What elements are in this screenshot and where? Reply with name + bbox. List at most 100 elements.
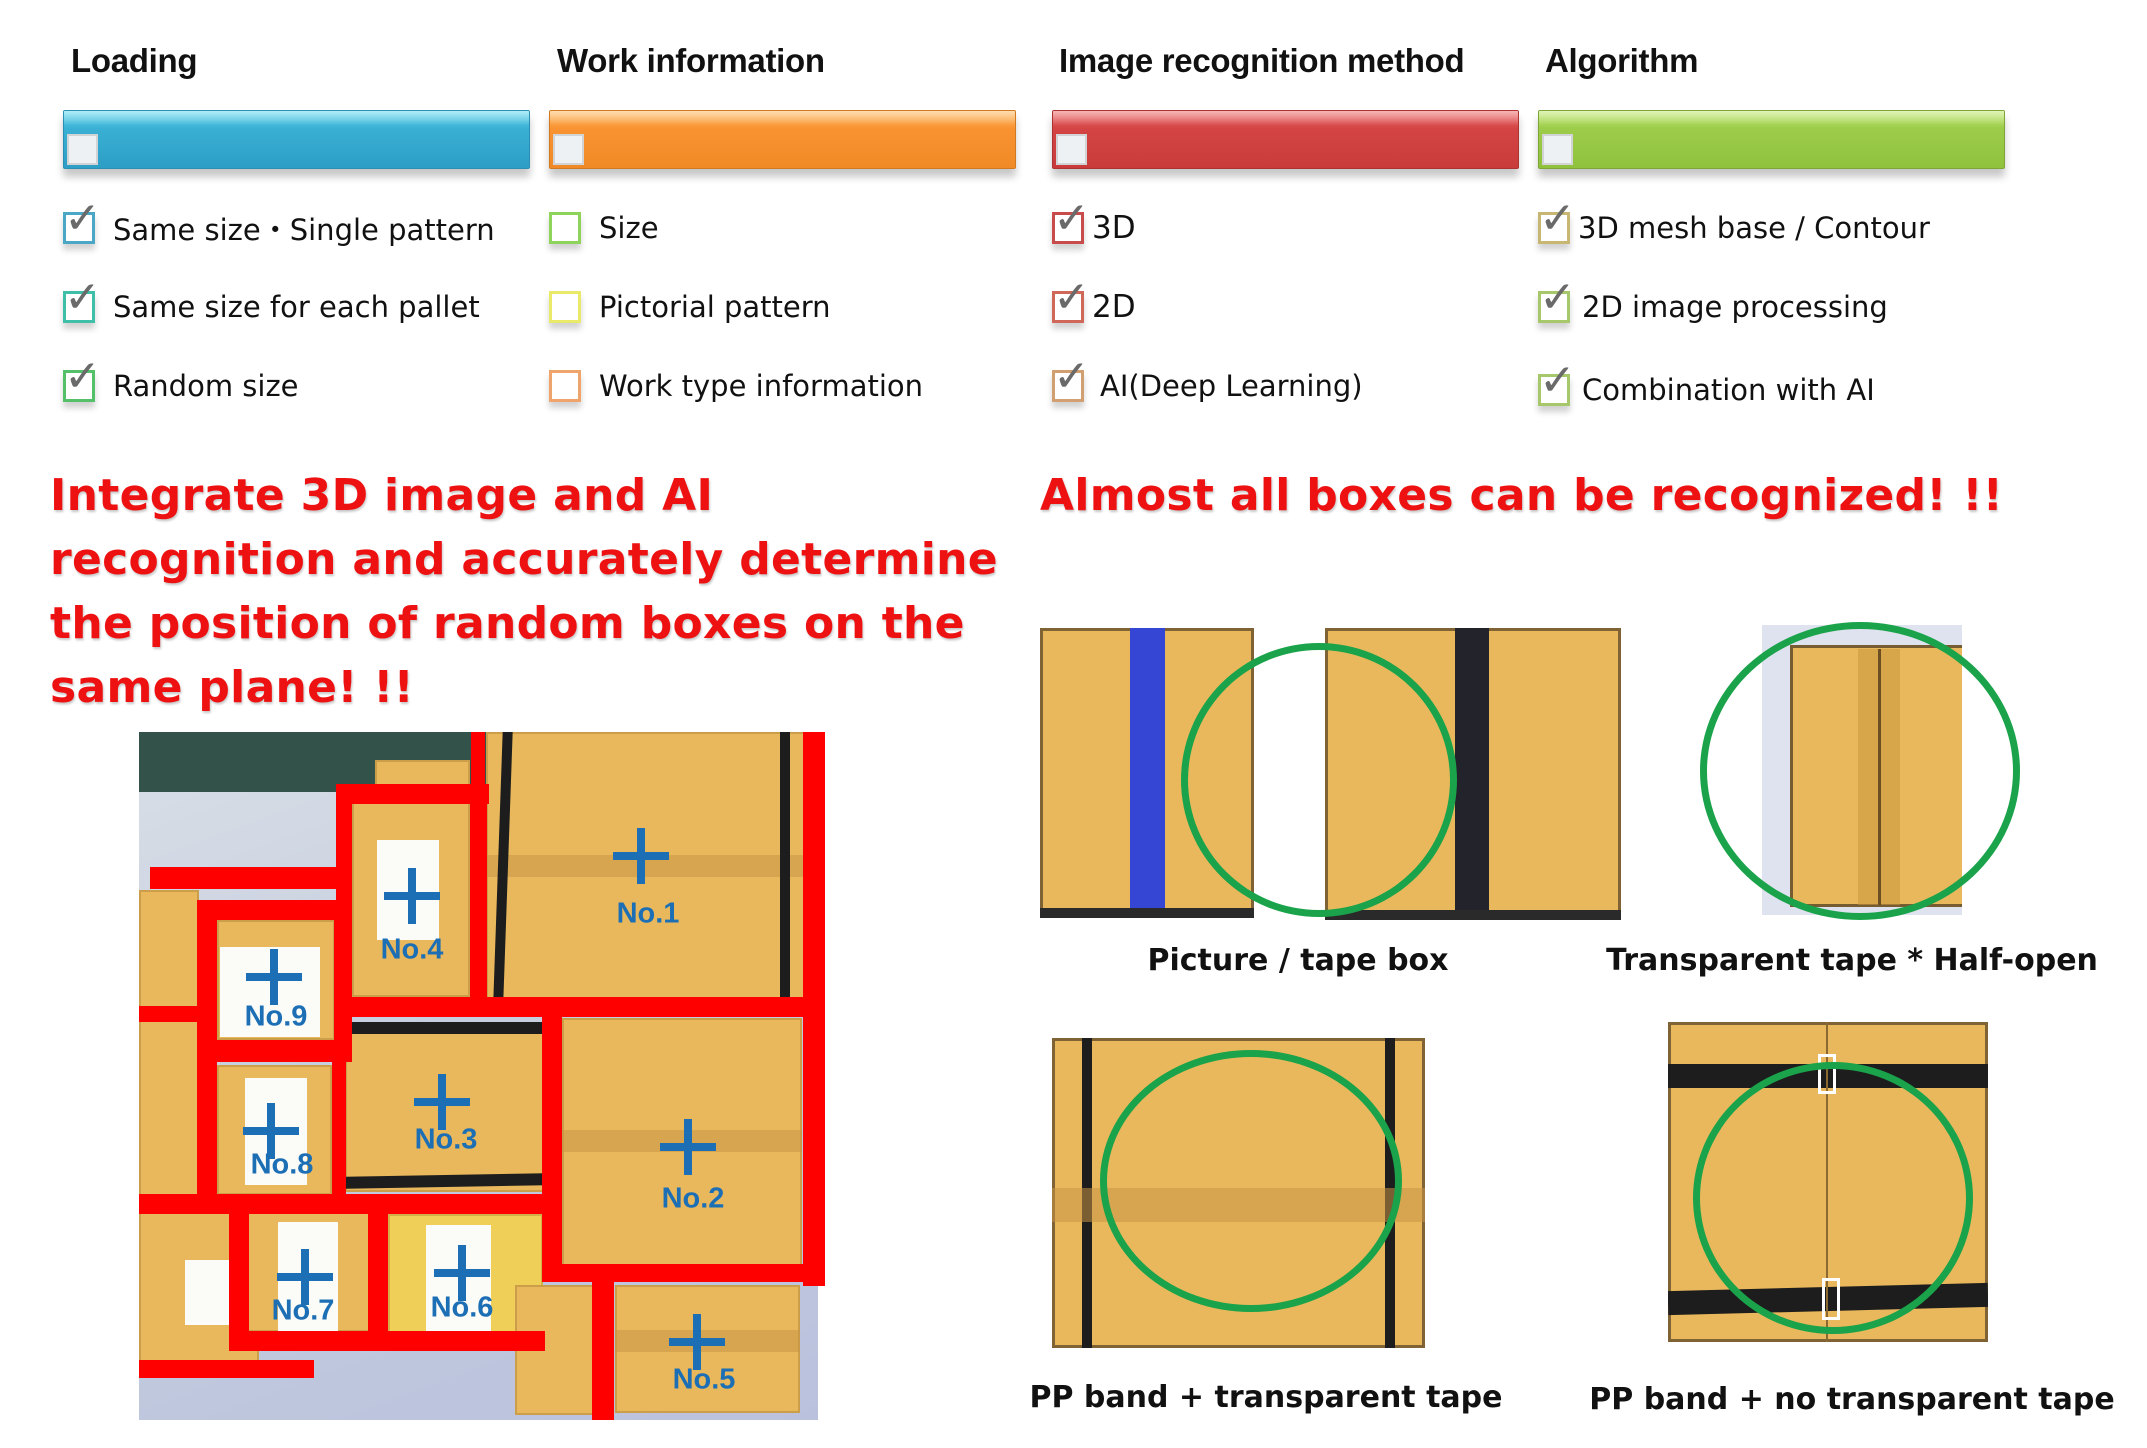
outline-segment	[150, 867, 336, 889]
option-label: Pictorial pattern	[599, 290, 831, 324]
box-label: No.8	[250, 1148, 314, 1181]
blue-tape	[1130, 628, 1165, 918]
option-checkbox[interactable]: ✓ 2D image processing	[1538, 276, 1888, 329]
box-edge	[1040, 908, 1254, 918]
option-label: Random size	[113, 369, 299, 403]
option-label: Size	[599, 211, 659, 245]
option-label: Combination with AI	[1582, 373, 1875, 407]
option-label: 2D image processing	[1582, 290, 1888, 324]
outline-segment	[542, 1264, 825, 1282]
example-caption: Transparent tape * Half-open	[1606, 943, 2098, 978]
category-title: Loading	[71, 42, 198, 79]
category-title: Work information	[557, 42, 825, 79]
option-checkbox[interactable]: ✓ 3D mesh base / Contour	[1538, 197, 1930, 250]
check-icon: ✓	[1053, 193, 1090, 244]
outline-segment	[229, 1331, 545, 1351]
outline-segment	[334, 997, 825, 1017]
box-label: No.7	[271, 1294, 335, 1327]
outline-segment	[139, 1006, 199, 1022]
check-icon: ✓	[1053, 272, 1090, 323]
option-checkbox[interactable]: ✓ Same size・Single pattern	[63, 197, 495, 250]
outline-segment	[229, 1194, 249, 1351]
black-tape	[1455, 628, 1489, 920]
option-checkbox[interactable]: ✓ 3D	[1052, 197, 1136, 250]
check-icon: ✓	[1539, 272, 1576, 323]
box-label: No.4	[380, 933, 444, 966]
outline-segment	[334, 900, 352, 1062]
highlight-ring	[1100, 1050, 1402, 1312]
check-icon: ✓	[1053, 351, 1090, 402]
outline-segment	[470, 802, 487, 1000]
check-icon: ✓	[1539, 193, 1576, 244]
box-label: No.3	[414, 1123, 478, 1156]
highlight-ring	[1700, 622, 2020, 920]
category-bar	[549, 110, 1016, 169]
option-checkbox[interactable]: Pictorial pattern	[549, 285, 831, 329]
position-marker-icon	[669, 1314, 725, 1370]
checkbox-checked[interactable]: ✓	[1538, 276, 1576, 323]
check-icon: ✓	[1539, 355, 1576, 406]
band	[345, 1022, 545, 1034]
outline-segment	[332, 1062, 346, 1196]
option-checkbox[interactable]: ✓ Random size	[63, 355, 299, 408]
checkbox-unchecked[interactable]	[549, 212, 581, 244]
category-bar	[63, 110, 530, 169]
headline-line: recognition and accurately determine	[50, 534, 998, 585]
box-label: No.9	[244, 1000, 308, 1033]
checkbox-checked[interactable]: ✓	[63, 276, 101, 323]
box-label: No.2	[661, 1182, 725, 1215]
option-checkbox[interactable]: Work type information	[549, 364, 923, 408]
option-checkbox[interactable]: ✓ Combination with AI	[1538, 359, 1875, 412]
outline-segment	[471, 732, 485, 786]
box-edge	[1325, 910, 1621, 920]
checkbox-checked[interactable]: ✓	[63, 197, 101, 244]
bar-knob	[1056, 134, 1087, 165]
option-checkbox[interactable]: Size	[549, 206, 659, 250]
position-marker-icon	[384, 868, 440, 924]
highlight-ring	[1693, 1062, 1973, 1334]
checkbox-checked[interactable]: ✓	[63, 355, 101, 402]
checkbox-checked[interactable]: ✓	[1538, 359, 1576, 406]
example-caption: PP band + no transparent tape	[1589, 1382, 2115, 1417]
position-marker-icon	[246, 949, 302, 1005]
option-checkbox[interactable]: ✓ 2D	[1052, 276, 1136, 329]
category-bar	[1538, 110, 2005, 169]
example-caption: Picture / tape box	[1147, 943, 1449, 978]
checkbox-unchecked[interactable]	[549, 370, 581, 402]
example-caption: PP band + transparent tape	[1029, 1380, 1503, 1415]
outline-segment	[336, 784, 489, 804]
category-title: Image recognition method	[1059, 42, 1465, 79]
box-recognition-image: No.1 No.2 No.3 No.4 No.5 No.6 No.7 No.8 …	[130, 730, 830, 1422]
option-label: Work type information	[599, 369, 924, 403]
outline-segment	[139, 1360, 314, 1378]
box-label: No.1	[616, 897, 680, 930]
label-sheet	[185, 1260, 230, 1325]
box-label: No.5	[672, 1363, 736, 1396]
checkbox-checked[interactable]: ✓	[1052, 276, 1090, 323]
position-marker-icon	[613, 828, 669, 884]
option-label: 3D mesh base / Contour	[1578, 211, 1930, 245]
checkbox-checked[interactable]: ✓	[1538, 197, 1576, 244]
outline-segment	[368, 1212, 388, 1333]
outline-segment	[197, 1040, 352, 1062]
option-checkbox[interactable]: ✓ AI(Deep Learning)	[1052, 355, 1363, 408]
highlight-ring	[1181, 643, 1457, 917]
checkbox-unchecked[interactable]	[549, 291, 581, 323]
headline-line: Integrate 3D image and AI	[50, 470, 714, 521]
headline-left: Integrate 3D image and AI recognition an…	[50, 464, 998, 720]
option-checkbox[interactable]: ✓ Same size for each pallet	[63, 276, 480, 329]
outline-segment	[592, 1266, 614, 1420]
option-label: 3D	[1092, 210, 1136, 246]
option-label: AI(Deep Learning)	[1100, 369, 1363, 403]
band	[780, 732, 790, 1000]
check-icon: ✓	[64, 193, 101, 244]
option-label: 2D	[1092, 289, 1136, 325]
checkbox-checked[interactable]: ✓	[1052, 197, 1090, 244]
headline-line: the position of random boxes on the	[50, 598, 965, 649]
bar-knob	[553, 134, 584, 165]
bar-knob	[1542, 134, 1573, 165]
check-icon: ✓	[64, 351, 101, 402]
checkbox-checked[interactable]: ✓	[1052, 355, 1090, 402]
headline-line: same plane! !!	[50, 662, 415, 713]
category-title: Algorithm	[1545, 42, 1699, 79]
